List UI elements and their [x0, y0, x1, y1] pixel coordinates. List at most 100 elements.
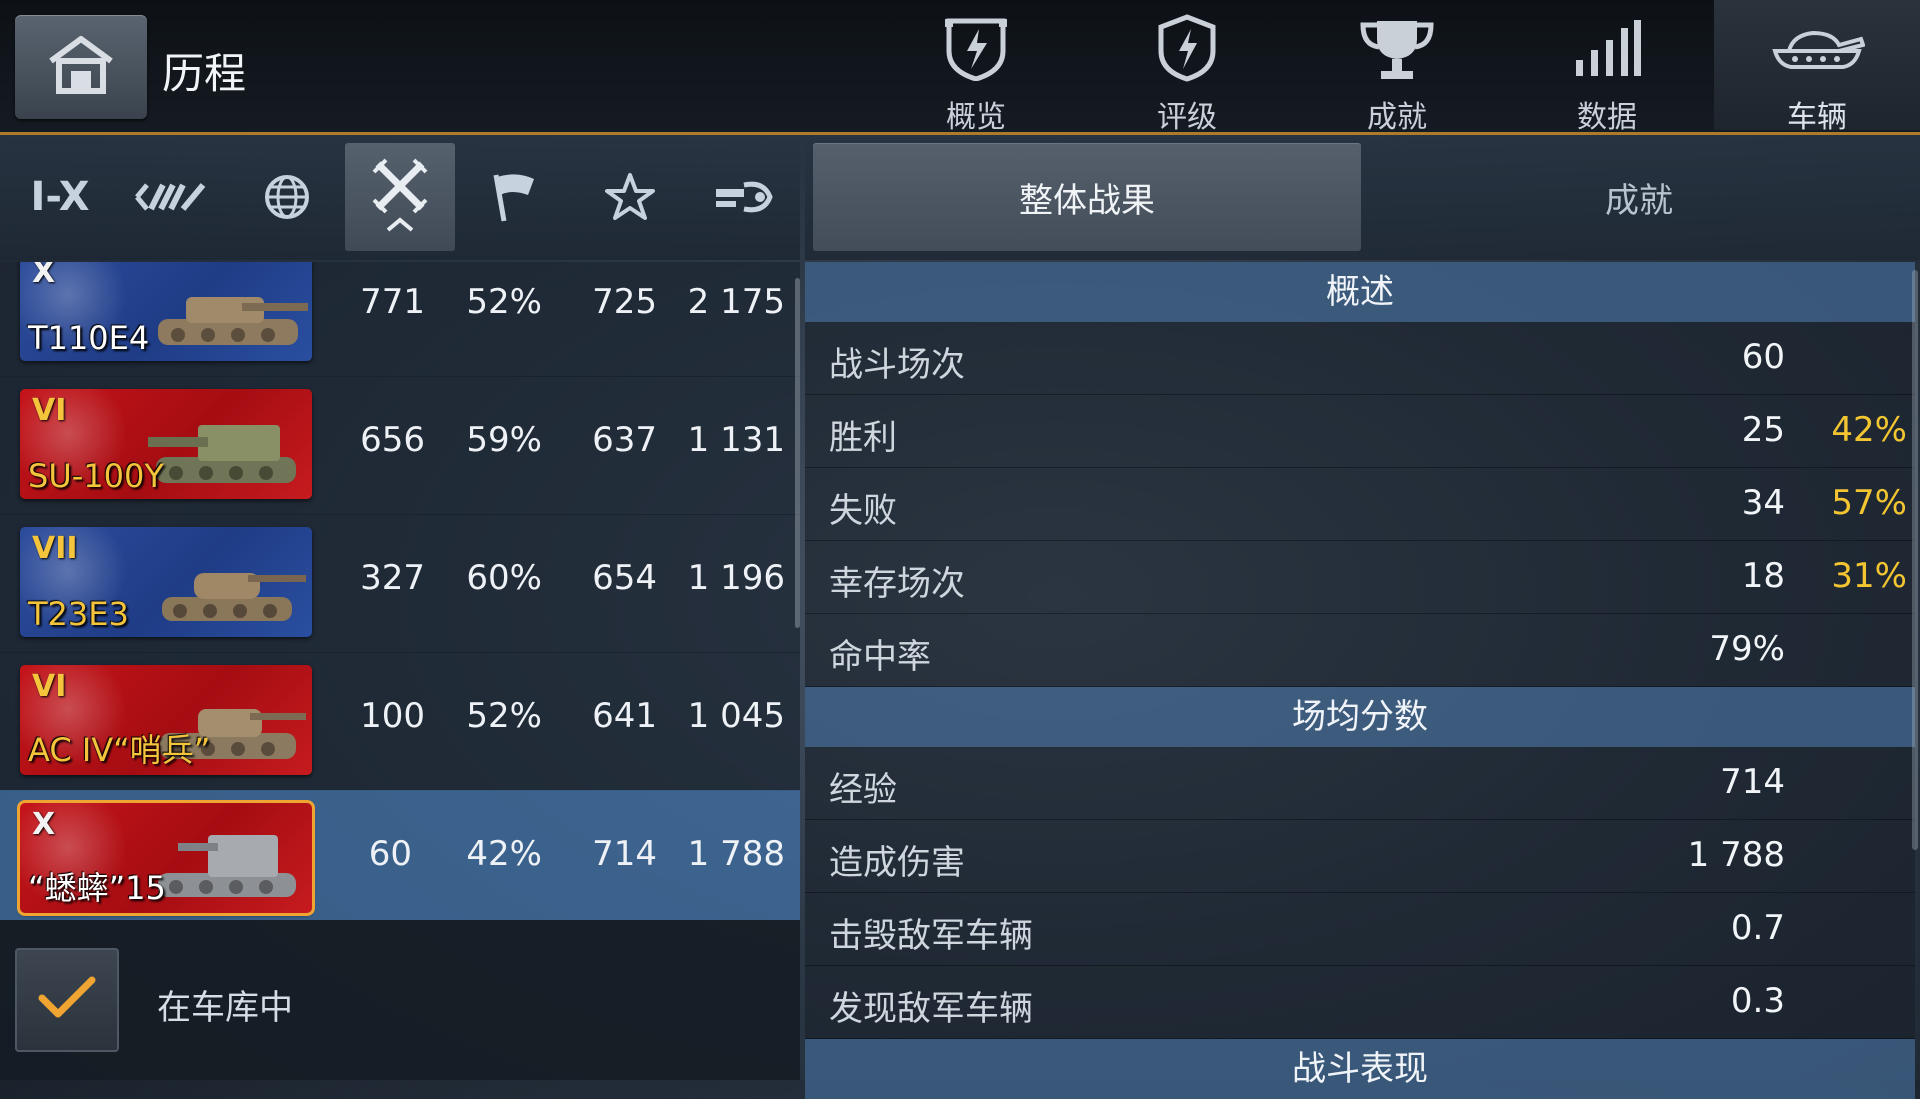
avg-exp: 654	[592, 558, 657, 598]
stat-row: 胜利 25 42%	[805, 395, 1915, 468]
stat-percent: 57%	[1831, 483, 1907, 523]
stat-label: 战斗场次	[829, 345, 965, 385]
tab-rating[interactable]: 评级	[1084, 0, 1290, 135]
checkmark-icon	[38, 976, 96, 1024]
section-header-average: 场均分数	[805, 687, 1915, 747]
page-title: 历程	[162, 49, 247, 98]
in-garage-checkbox[interactable]	[15, 948, 119, 1052]
battles-count: 60	[368, 834, 412, 874]
stat-label: 命中率	[829, 637, 931, 677]
tab-overview[interactable]: 概览	[873, 0, 1079, 135]
avg-damage: 1 131	[687, 420, 785, 460]
section-header-overview: 概述	[805, 262, 1915, 322]
win-rate: 42%	[466, 834, 542, 874]
win-rate: 60%	[466, 558, 542, 598]
tier-filter-label: I-X	[30, 174, 90, 220]
stats-subtabs: 整体战果 成就	[805, 135, 1920, 260]
tank-icon	[158, 297, 308, 345]
avg-exp: 637	[592, 420, 657, 460]
stats-scrollbar[interactable]	[1912, 270, 1918, 850]
garage-filter: 在车库中	[0, 920, 800, 1080]
bar-signal-icon	[1504, 12, 1710, 84]
tab-data-label: 数据	[1577, 100, 1637, 135]
stat-label: 胜利	[829, 418, 897, 458]
tab-overview-label: 概览	[946, 100, 1006, 135]
tab-data[interactable]: 数据	[1504, 0, 1710, 135]
stat-value: 18	[1741, 556, 1785, 596]
gun-icon[interactable]	[690, 143, 800, 251]
tab-overall-results[interactable]: 整体战果	[813, 143, 1361, 251]
stat-label: 失败	[829, 491, 897, 531]
stat-value: 60	[1741, 337, 1785, 377]
home-button[interactable]	[15, 15, 147, 119]
tier-badge: X	[32, 262, 56, 290]
avg-exp: 725	[592, 282, 657, 322]
vehicle-card: X T110E4	[20, 262, 312, 361]
flag-icon[interactable]	[460, 143, 570, 251]
stat-value: 25	[1741, 410, 1785, 450]
list-item[interactable]: VI AC IV“哨兵” 100 52% 641 1 045	[0, 652, 800, 791]
tier-badge: VII	[32, 531, 78, 566]
list-item-selected[interactable]: X “蟋蟀”15 60 42% 714 1 788	[0, 790, 800, 920]
class-filter-icon[interactable]	[115, 143, 225, 251]
vehicle-name: SU-100Y	[28, 457, 164, 495]
tank-icon	[162, 573, 306, 621]
tank-icon	[1714, 12, 1920, 84]
tab-vehicles[interactable]: 车辆	[1714, 0, 1920, 135]
top-bar: 历程 概览 评级 成就 数据 车辆	[0, 0, 1920, 135]
stat-row: 造成伤害 1 788	[805, 820, 1915, 893]
avg-damage: 1 045	[687, 696, 785, 736]
vehicle-card: VII T23E3	[20, 527, 312, 637]
avg-damage: 2 175	[687, 282, 785, 322]
avg-exp: 714	[592, 834, 657, 874]
tab-vehicle-achievements[interactable]: 成就	[1365, 143, 1913, 251]
stat-row: 命中率 79%	[805, 614, 1915, 687]
stat-percent: 42%	[1831, 410, 1907, 450]
vehicle-name: AC IV“哨兵”	[28, 731, 211, 769]
stat-row: 击毁敌军车辆 0.7	[805, 893, 1915, 966]
section-header-performance: 战斗表现	[805, 1039, 1915, 1099]
trophy-icon	[1294, 12, 1500, 84]
vehicle-card: X “蟋蟀”15	[17, 800, 315, 916]
win-rate: 59%	[466, 420, 542, 460]
vehicle-card: VI SU-100Y	[20, 389, 312, 499]
stat-label: 经验	[829, 770, 897, 810]
battles-count: 771	[360, 282, 425, 322]
stat-row: 发现敌军车辆 0.3	[805, 966, 1915, 1039]
stat-row: 战斗场次 60	[805, 322, 1915, 395]
avg-damage: 1 196	[687, 558, 785, 598]
vehicle-name: T110E4	[28, 319, 150, 357]
avg-exp: 641	[592, 696, 657, 736]
stat-label: 造成伤害	[829, 843, 965, 883]
stat-value: 34	[1741, 483, 1785, 523]
list-item[interactable]: X T110E4 771 52% 725 2 175	[0, 262, 800, 377]
stat-label: 幸存场次	[829, 564, 965, 604]
stat-value: 0.7	[1730, 908, 1785, 948]
tab-vehicles-label: 车辆	[1787, 100, 1847, 135]
tier-filter[interactable]: I-X	[5, 143, 115, 251]
list-scrollbar[interactable]	[795, 278, 800, 628]
tier-badge: VI	[32, 393, 67, 428]
tier-badge: X	[32, 807, 56, 842]
list-item[interactable]: VI SU-100Y 656 59% 637 1 131	[0, 376, 800, 515]
vehicle-filter-bar: I-X	[0, 135, 800, 260]
star-icon[interactable]	[575, 143, 685, 251]
tab-achievements-label: 成就	[1367, 100, 1427, 135]
garage-home-icon	[47, 35, 115, 99]
stat-label: 发现敌军车辆	[829, 989, 1033, 1029]
list-item[interactable]: VII T23E3 327 60% 654 1 196	[0, 514, 800, 653]
stat-label: 击毁敌军车辆	[829, 916, 1033, 956]
vehicle-name: “蟋蟀”15	[28, 869, 166, 907]
shield-lightning-icon	[873, 12, 1079, 84]
battle-swords-icon[interactable]	[345, 143, 455, 251]
win-rate: 52%	[466, 282, 542, 322]
stat-percent: 31%	[1831, 556, 1907, 596]
stat-value: 0.3	[1730, 981, 1785, 1021]
stat-value: 714	[1720, 762, 1785, 802]
stat-row: 失败 34 57%	[805, 468, 1915, 541]
stat-row: 经验 714	[805, 747, 1915, 820]
nation-globe-icon[interactable]	[232, 143, 342, 251]
in-garage-label: 在车库中	[157, 988, 293, 1028]
vehicle-card: VI AC IV“哨兵”	[20, 665, 312, 775]
tab-achievements[interactable]: 成就	[1294, 0, 1500, 135]
